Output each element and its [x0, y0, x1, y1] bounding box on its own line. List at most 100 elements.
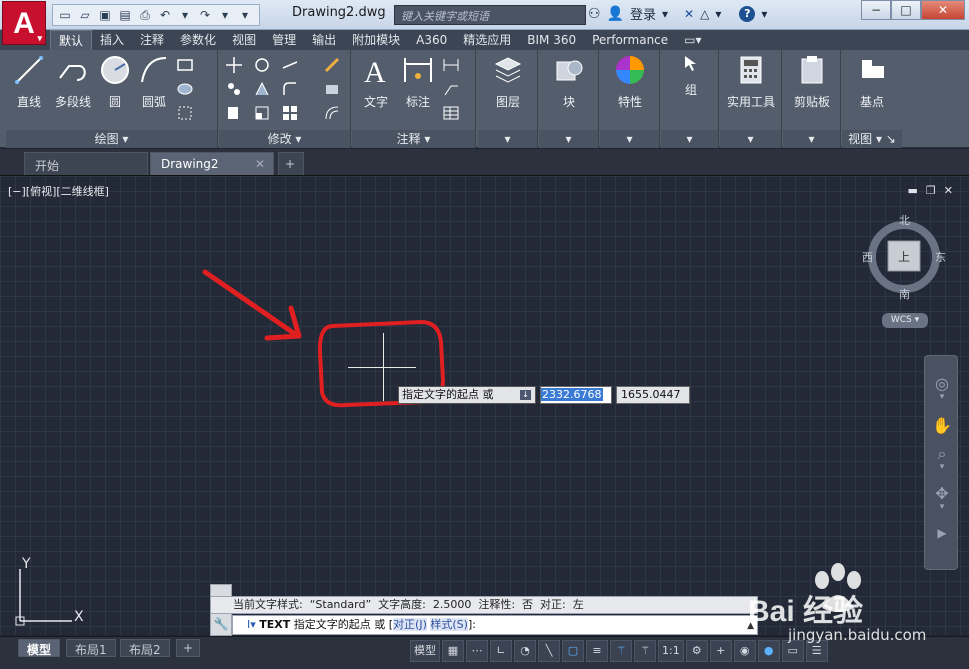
clipboard-button[interactable]: 剪贴板 [787, 54, 837, 110]
tab-drawing2[interactable]: Drawing2 ✕ [150, 152, 274, 175]
maximize-button[interactable]: □ [891, 0, 921, 20]
annotation-visibility-icon[interactable]: ⚚ [610, 640, 632, 662]
viewport-controls-label[interactable]: [−][俯视][二维线框] [8, 183, 109, 199]
offset-icon[interactable] [323, 104, 341, 122]
dropdown-icon[interactable]: ▾ [177, 7, 193, 23]
compass-north[interactable]: 北 [899, 212, 910, 228]
wcs-menu[interactable]: WCS ▾ [882, 313, 928, 328]
y-coordinate-input[interactable]: 1655.0447 [616, 386, 690, 404]
new-tab-button[interactable]: + [278, 152, 304, 175]
viewcube-top-face[interactable]: 上 [898, 248, 910, 265]
grid-icon[interactable]: ▦ [442, 640, 464, 662]
copy-icon[interactable] [225, 80, 243, 98]
new-layout-button[interactable]: + [176, 639, 201, 657]
tab-manage[interactable]: 管理 [264, 30, 304, 50]
user-icon[interactable]: 👤 [607, 6, 624, 22]
tab-parametric[interactable]: 参数化 [172, 30, 224, 50]
move-icon[interactable] [225, 56, 243, 74]
tab-model[interactable]: 模型 [18, 639, 61, 657]
mirror-icon[interactable] [253, 80, 271, 98]
autocad-logo-button[interactable]: A ▾ [2, 1, 46, 45]
ribbon-options-icon[interactable]: ▭▾ [676, 30, 709, 50]
base-point-button[interactable]: 基点 [848, 54, 896, 110]
tab-default[interactable]: 默认 [50, 30, 93, 50]
modify-group-label[interactable]: 修改 ▾ [219, 130, 350, 148]
dropdown-icon[interactable]: ▾ [931, 462, 953, 484]
tab-addins[interactable]: 附加模块 [344, 30, 408, 50]
redo-icon[interactable]: ↷ [197, 7, 213, 23]
save-icon[interactable]: ▣ [97, 7, 113, 23]
search-input[interactable]: 键入关键字或短语 [394, 5, 586, 25]
line-button[interactable]: 直线 [10, 54, 48, 110]
linear-dim-icon[interactable] [442, 56, 460, 74]
compass-west[interactable]: 西 [862, 249, 873, 265]
view-group-label[interactable]: 视图 ▾ ↘ [842, 130, 902, 148]
dropdown-icon[interactable]: ▾ [662, 7, 668, 21]
clipboard-dropdown-icon[interactable]: ▾ [783, 130, 840, 148]
a360-icon[interactable]: △ [700, 7, 709, 21]
array-icon[interactable] [281, 104, 299, 122]
rectangle-icon[interactable] [176, 56, 194, 74]
options-dropdown-icon[interactable]: ↓ [520, 390, 531, 400]
polyline-button[interactable]: 多段线 [50, 54, 96, 110]
hatch-icon[interactable] [176, 80, 194, 98]
region-icon[interactable] [176, 104, 194, 122]
dropdown-icon[interactable]: ▾ [761, 7, 767, 21]
isodraft-icon[interactable]: ╲ [538, 640, 560, 662]
dropdown-icon[interactable]: ▾ [715, 7, 721, 21]
login-button[interactable]: 登录 [630, 4, 656, 23]
pan-icon[interactable]: ✋ [931, 416, 953, 438]
viewport-minimize-icon[interactable]: ▬ [908, 184, 918, 197]
tab-a360[interactable]: A360 [408, 30, 455, 50]
save-as-icon[interactable]: ▤ [117, 7, 133, 23]
autoscale-icon[interactable]: ⚚ [634, 640, 656, 662]
tab-annotate[interactable]: 注释 [132, 30, 172, 50]
properties-dropdown-icon[interactable]: ▾ [600, 130, 659, 148]
new-file-icon[interactable]: ▭ [57, 7, 73, 23]
tab-output[interactable]: 输出 [304, 30, 344, 50]
print-icon[interactable]: ⎙ [137, 7, 153, 23]
utilities-button[interactable]: 实用工具 [724, 54, 778, 110]
trim-icon[interactable] [281, 56, 299, 74]
exchange-icon[interactable]: ✕ [684, 7, 694, 21]
snap-icon[interactable]: ⋯ [466, 640, 488, 662]
stretch-icon[interactable] [225, 104, 243, 122]
close-tab-icon[interactable]: ✕ [255, 157, 265, 171]
command-customize-icon[interactable]: 🔧 [211, 617, 231, 633]
binoculars-icon[interactable]: ⚇ [588, 6, 601, 22]
annotation-group-label[interactable]: 注释 ▾ [352, 130, 475, 148]
compass-east[interactable]: 东 [935, 249, 946, 265]
utilities-dropdown-icon[interactable]: ▾ [720, 130, 781, 148]
tab-view[interactable]: 视图 [224, 30, 264, 50]
table-icon[interactable] [442, 104, 460, 122]
x-coordinate-input[interactable]: 2332.6768 [540, 386, 612, 404]
tab-featured-apps[interactable]: 精选应用 [455, 30, 519, 50]
option-style[interactable]: 样式(S) [430, 618, 468, 631]
annotation-scale-button[interactable]: 1:1 [658, 640, 684, 662]
viewport-close-icon[interactable]: ✕ [944, 184, 953, 197]
tab-layout1[interactable]: 布局1 [66, 639, 116, 657]
minimize-button[interactable]: − [861, 0, 891, 20]
properties-button[interactable]: 特性 [610, 54, 650, 110]
lineweight-icon[interactable]: ≡ [586, 640, 608, 662]
leader-icon[interactable] [442, 80, 460, 98]
model-space-button[interactable]: 模型 [410, 640, 440, 662]
tab-insert[interactable]: 插入 [92, 30, 132, 50]
compass-south[interactable]: 南 [899, 286, 910, 302]
fillet-icon[interactable] [281, 80, 299, 98]
add-icon[interactable]: + [709, 640, 732, 662]
dropdown-icon[interactable]: ▾ [217, 7, 233, 23]
command-line-input[interactable]: I▾ TEXT 指定文字的起点 或 [对正(J) 样式(S)]: ▲ [232, 615, 758, 635]
tab-performance[interactable]: Performance [584, 30, 676, 50]
customize-qat-icon[interactable]: ▾ [237, 7, 253, 23]
layers-dropdown-icon[interactable]: ▾ [478, 130, 537, 148]
object-snap-icon[interactable]: ▢ [562, 640, 584, 662]
explode-icon[interactable] [323, 80, 341, 98]
block-button[interactable]: 块 [549, 54, 589, 110]
help-button[interactable]: ? [739, 5, 756, 22]
tab-start[interactable]: 开始 [24, 152, 148, 175]
dropdown-icon[interactable]: ▾ [931, 502, 953, 524]
text-button[interactable]: A 文字 [358, 54, 394, 110]
viewport-restore-icon[interactable]: ❐ [926, 184, 936, 197]
open-folder-icon[interactable]: ▱ [77, 7, 93, 23]
